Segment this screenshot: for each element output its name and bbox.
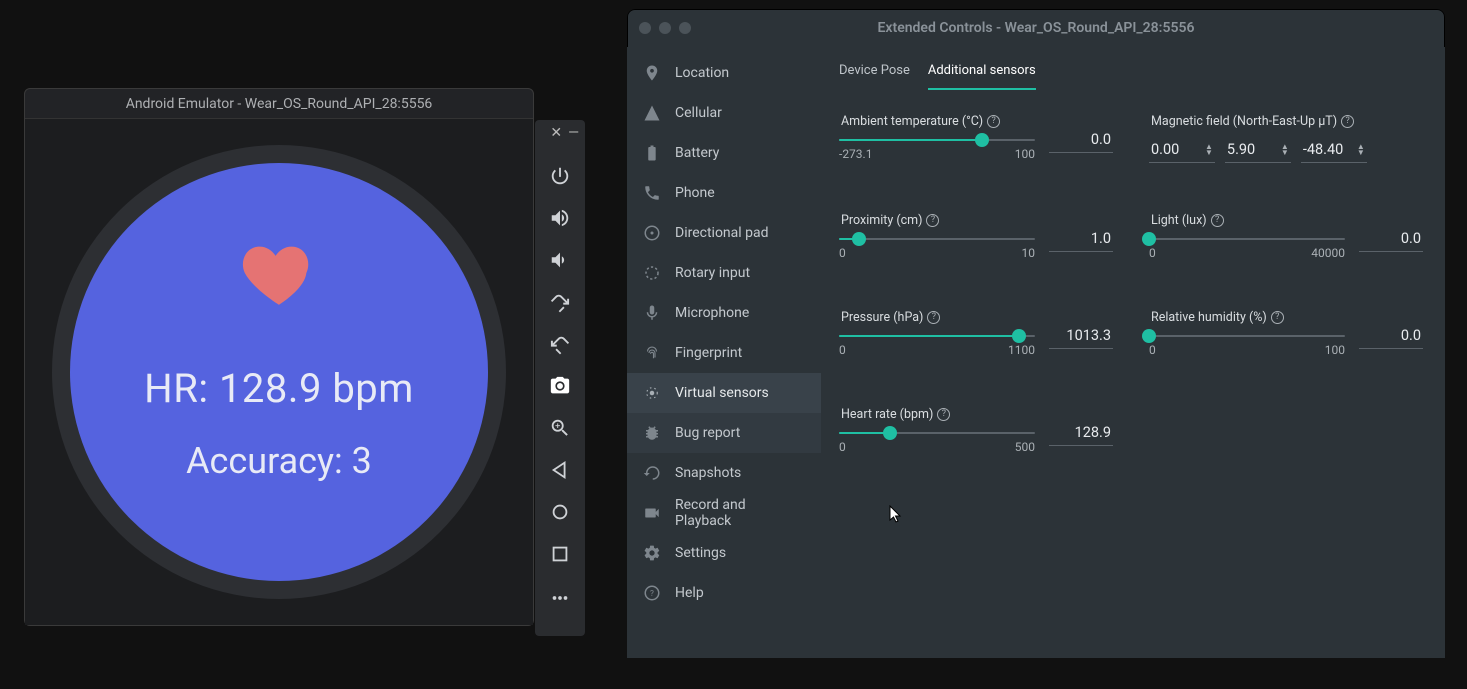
extended-sidebar: Location Cellular Battery Phone Directio… — [627, 47, 821, 658]
sidebar-item-settings[interactable]: Settings — [627, 533, 821, 573]
zoom-in-icon[interactable] — [535, 408, 585, 448]
sidebar-item-bug-report[interactable]: Bug report — [627, 413, 821, 453]
help-icon[interactable]: ? — [926, 214, 939, 227]
rotate-left-icon[interactable] — [535, 282, 585, 322]
light-value[interactable]: 0.0 — [1359, 228, 1423, 252]
ambient-temp-slider[interactable] — [839, 139, 1035, 141]
ambient-temp-value[interactable]: 0.0 — [1049, 129, 1113, 153]
sensor-label: Pressure (hPa) — [841, 310, 923, 325]
traffic-close[interactable] — [639, 22, 651, 34]
sidebar-item-label: Record and Playback — [675, 497, 805, 529]
sidebar-item-microphone[interactable]: Microphone — [627, 293, 821, 333]
sensor-label: Magnetic field (North-East-Up μT) — [1151, 114, 1337, 129]
emulator-toolbar: ✕ — — [535, 120, 585, 636]
accuracy-text: Accuracy: 3 — [186, 440, 372, 482]
emulator-window: Android Emulator - Wear_OS_Round_API_28:… — [24, 88, 534, 626]
sensor-label: Relative humidity (%) — [1151, 310, 1267, 325]
sensor-magnetic-field: Magnetic field (North-East-Up μT)? 0.00▲… — [1149, 114, 1423, 163]
back-icon[interactable] — [535, 450, 585, 490]
traffic-zoom[interactable] — [679, 22, 691, 34]
light-slider[interactable] — [1149, 238, 1345, 240]
sidebar-item-record[interactable]: Record and Playback — [627, 493, 821, 533]
svg-text:?: ? — [650, 589, 654, 599]
extended-controls-window: Extended Controls - Wear_OS_Round_API_28… — [627, 9, 1445, 658]
help-icon[interactable]: ? — [987, 115, 1000, 128]
sensor-tabs: Device Pose Additional sensors — [839, 63, 1423, 90]
sidebar-item-label: Fingerprint — [675, 345, 742, 361]
extended-main-panel: Device Pose Additional sensors Ambient t… — [821, 47, 1445, 658]
minimize-icon[interactable]: — — [568, 126, 579, 148]
traffic-minimize[interactable] — [659, 22, 671, 34]
home-icon[interactable] — [535, 492, 585, 532]
sidebar-item-battery[interactable]: Battery — [627, 133, 821, 173]
extended-window-title: Extended Controls - Wear_OS_Round_API_28… — [627, 20, 1445, 36]
sidebar-item-phone[interactable]: Phone — [627, 173, 821, 213]
sidebar-item-label: Bug report — [675, 425, 740, 441]
power-icon[interactable] — [535, 156, 585, 196]
sensor-heart-rate: Heart rate (bpm)? 0500 128.9 — [839, 407, 1113, 454]
tab-device-pose[interactable]: Device Pose — [839, 63, 910, 90]
sidebar-item-cellular[interactable]: Cellular — [627, 93, 821, 133]
more-icon[interactable] — [535, 578, 585, 618]
sidebar-item-virtual-sensors[interactable]: Virtual sensors — [627, 373, 821, 413]
help-icon[interactable]: ? — [1211, 214, 1224, 227]
proximity-value[interactable]: 1.0 — [1049, 228, 1113, 252]
sidebar-item-rotary[interactable]: Rotary input — [627, 253, 821, 293]
sidebar-item-label: Location — [675, 65, 729, 81]
humidity-value[interactable]: 0.0 — [1359, 325, 1423, 349]
rotate-right-icon[interactable] — [535, 324, 585, 364]
watch-bezel: HR: 128.9 bpm Accuracy: 3 — [52, 145, 506, 599]
pressure-value[interactable]: 1013.3 — [1049, 325, 1113, 349]
emulator-title: Android Emulator - Wear_OS_Round_API_28:… — [25, 89, 533, 119]
heart-rate-text: HR: 128.9 bpm — [144, 365, 414, 412]
sidebar-item-label: Microphone — [675, 305, 749, 321]
heart-rate-slider[interactable] — [839, 432, 1035, 434]
overview-icon[interactable] — [535, 534, 585, 574]
help-icon[interactable]: ? — [937, 408, 950, 421]
heart-rate-value[interactable]: 128.9 — [1049, 422, 1113, 446]
sidebar-item-label: Battery — [675, 145, 719, 161]
sensor-label: Heart rate (bpm) — [841, 407, 933, 422]
close-icon[interactable]: ✕ — [550, 126, 562, 148]
sidebar-item-dpad[interactable]: Directional pad — [627, 213, 821, 253]
volume-down-icon[interactable] — [535, 240, 585, 280]
humidity-slider[interactable] — [1149, 335, 1345, 337]
sidebar-item-label: Help — [675, 585, 704, 601]
tab-additional-sensors[interactable]: Additional sensors — [928, 63, 1036, 90]
sensor-pressure: Pressure (hPa)? 01100 1013.3 — [839, 310, 1113, 357]
sensor-ambient-temperature: Ambient temperature (°C)? -273.1100 0.0 — [839, 114, 1113, 163]
sidebar-item-label: Rotary input — [675, 265, 750, 281]
window-traffic-lights[interactable] — [639, 22, 691, 34]
camera-icon[interactable] — [535, 366, 585, 406]
sidebar-item-help[interactable]: ? Help — [627, 573, 821, 613]
volume-up-icon[interactable] — [535, 198, 585, 238]
sidebar-item-label: Cellular — [675, 105, 722, 121]
help-icon[interactable]: ? — [927, 311, 940, 324]
magnetic-x-input[interactable]: 0.00▲▼ — [1149, 139, 1215, 163]
sidebar-item-label: Phone — [675, 185, 715, 201]
help-icon[interactable]: ? — [1341, 115, 1354, 128]
help-icon[interactable]: ? — [1271, 311, 1284, 324]
sidebar-item-location[interactable]: Location — [627, 53, 821, 93]
sidebar-item-label: Snapshots — [675, 465, 741, 481]
sensor-proximity: Proximity (cm)? 010 1.0 — [839, 213, 1113, 260]
heart-icon — [233, 233, 325, 315]
sidebar-item-label: Settings — [675, 545, 726, 561]
emulator-body: HR: 128.9 bpm Accuracy: 3 — [25, 119, 533, 625]
sensor-light: Light (lux)? 040000 0.0 — [1149, 213, 1423, 260]
sidebar-item-label: Directional pad — [675, 225, 769, 241]
proximity-slider[interactable] — [839, 238, 1035, 240]
sensor-label: Ambient temperature (°C) — [841, 114, 983, 129]
sensor-label: Proximity (cm) — [841, 213, 922, 228]
magnetic-y-input[interactable]: 5.90▲▼ — [1225, 139, 1291, 163]
sidebar-item-snapshots[interactable]: Snapshots — [627, 453, 821, 493]
sidebar-item-fingerprint[interactable]: Fingerprint — [627, 333, 821, 373]
magnetic-z-input[interactable]: -48.40▲▼ — [1301, 139, 1367, 163]
extended-titlebar[interactable]: Extended Controls - Wear_OS_Round_API_28… — [627, 9, 1445, 47]
pressure-slider[interactable] — [839, 335, 1035, 337]
sensor-humidity: Relative humidity (%)? 0100 0.0 — [1149, 310, 1423, 357]
watch-face[interactable]: HR: 128.9 bpm Accuracy: 3 — [70, 163, 488, 581]
sensor-label: Light (lux) — [1151, 213, 1207, 228]
sidebar-item-label: Virtual sensors — [675, 385, 769, 401]
